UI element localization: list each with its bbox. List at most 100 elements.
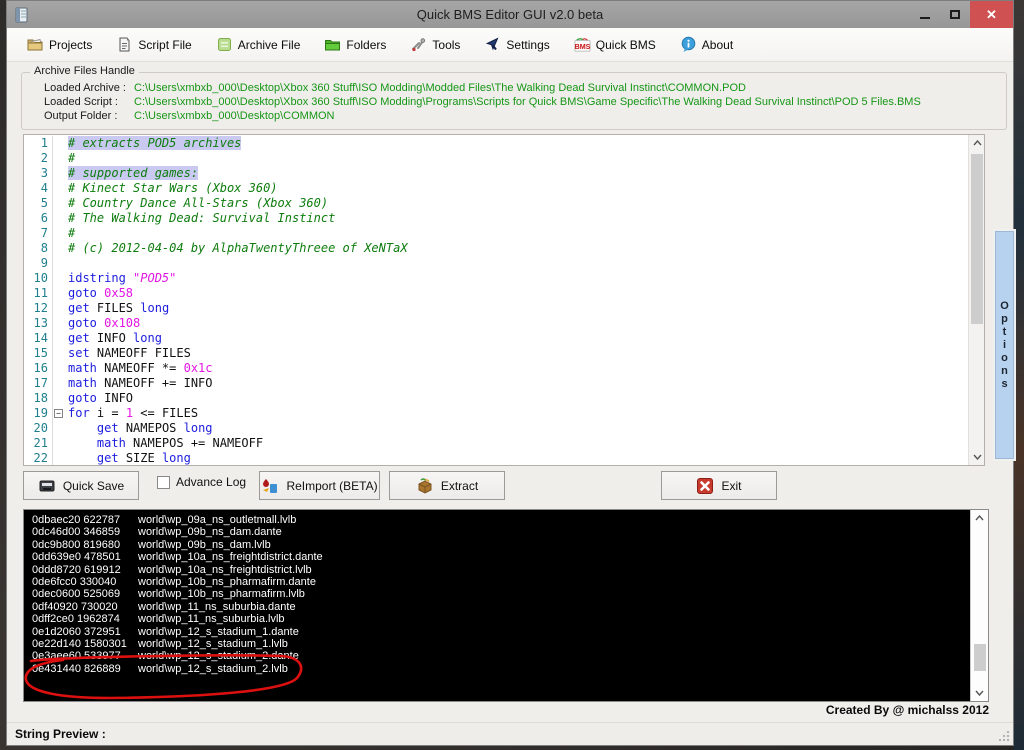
log-offset-size: 0dc46d00 346859: [32, 526, 121, 539]
reimport-button[interactable]: ReImport (BETA): [259, 471, 380, 500]
line-number: 15: [33, 346, 48, 360]
scroll-up-icon[interactable]: [969, 135, 984, 151]
title-bar[interactable]: Quick BMS Editor GUI v2.0 beta ✕: [7, 1, 1013, 28]
scroll-up-icon[interactable]: [971, 510, 987, 526]
log-offset-size: 0e22d140 1580301: [32, 638, 127, 651]
toolbar-item-quick-bms[interactable]: BMS Quick BMS: [566, 32, 664, 57]
code-text: # The Walking Dead: Survival Instinct: [68, 211, 336, 225]
editor-line[interactable]: 2 #: [24, 151, 968, 166]
extract-button[interactable]: Extract: [389, 471, 505, 500]
editor-line[interactable]: 3 # supported games:: [24, 166, 968, 181]
log-offset-size: 0df40920 730020: [32, 600, 118, 613]
toolbar-item-settings[interactable]: Settings: [476, 32, 557, 57]
close-button[interactable]: ✕: [970, 1, 1013, 28]
editor-line[interactable]: 14 get INFO long: [24, 331, 968, 346]
script-editor[interactable]: 1 # extracts POD5 archives 2 #3 # supported …: [23, 134, 985, 466]
fold-margin: [52, 211, 64, 226]
editor-line[interactable]: 7 #: [24, 226, 968, 241]
group-title: Archive Files Handle: [30, 65, 139, 77]
save-icon: [38, 477, 56, 495]
editor-line[interactable]: 10 idstring "POD5": [24, 271, 968, 286]
toolbar-item-script-file[interactable]: Script File: [108, 32, 199, 57]
editor-line[interactable]: 20 get NAMEPOS long: [24, 421, 968, 436]
path-list: Loaded Archive : C:\Users\xmbxb_000\Deskt…: [22, 73, 1006, 123]
code-text: idstring "POD5": [68, 271, 177, 285]
scroll-down-icon[interactable]: [971, 685, 987, 701]
resize-grip[interactable]: [997, 729, 1009, 741]
svg-text:BMS: BMS: [574, 43, 590, 51]
line-number: 4: [40, 181, 48, 195]
fold-margin: [52, 196, 64, 211]
line-number: 17: [33, 376, 48, 390]
editor-line[interactable]: 6 # The Walking Dead: Survival Instinct: [24, 211, 968, 226]
editor-line[interactable]: 19− for i = 1 <= FILES: [24, 406, 968, 421]
code-text: get FILES long: [68, 301, 170, 315]
script-file-icon: [116, 36, 133, 53]
fold-margin: [52, 226, 64, 241]
toolbar-item-tools[interactable]: Tools: [402, 32, 468, 57]
editor-scroll-thumb[interactable]: [971, 154, 983, 324]
editor-line[interactable]: 5 # Country Dance All-Stars (Xbox 360): [24, 196, 968, 211]
log-file-path: world\wp_09b_ns_dam.lvlb: [138, 538, 271, 551]
code-text: math NAMEOFF *= 0x1c: [68, 361, 213, 375]
options-letter: o: [1001, 351, 1008, 364]
exit-x-icon: [696, 477, 714, 495]
editor-line[interactable]: 12 get FILES long: [24, 301, 968, 316]
log-entry-circled: 0e431440 826889 world\wp_12_s_stadium_2.l…: [32, 663, 970, 675]
exit-button[interactable]: Exit: [661, 471, 777, 500]
log-scrollbar[interactable]: [970, 510, 988, 701]
line-number: 18: [33, 391, 48, 405]
toolbar-item-about[interactable]: About: [672, 32, 741, 57]
log-scroll-thumb[interactable]: [974, 644, 986, 671]
fold-margin: [52, 301, 64, 316]
path-value: C:\Users\xmbxb_000\Desktop\Xbox 360 Stuf…: [134, 96, 921, 108]
editor-line[interactable]: 11 goto 0x58: [24, 286, 968, 301]
line-number: 3: [40, 166, 48, 180]
editor-line[interactable]: 1 # extracts POD5 archives: [24, 136, 968, 151]
editor-lines[interactable]: 1 # extracts POD5 archives 2 #3 # supported …: [24, 136, 968, 465]
code-text: #: [68, 226, 76, 240]
line-number: 8: [40, 241, 48, 255]
about-icon: [680, 36, 697, 53]
options-letter: p: [1001, 312, 1008, 325]
toolbar-item-archive-file[interactable]: Archive File: [208, 32, 309, 57]
toolbar-item-projects[interactable]: Projects: [19, 32, 100, 57]
editor-line[interactable]: 18 goto INFO: [24, 391, 968, 406]
options-letter: t: [1002, 325, 1007, 338]
log-entry: 0de6fcc0 330040 world\wp_10b_ns_pharmafir…: [32, 576, 970, 588]
code-text: # extracts POD5 archives: [68, 136, 242, 150]
fold-collapse-icon[interactable]: −: [54, 409, 63, 418]
editor-scrollbar[interactable]: [968, 135, 984, 465]
editor-line[interactable]: 4 # Kinect Star Wars (Xbox 360): [24, 181, 968, 196]
log-file-path: world\wp_09b_ns_dam.dante: [138, 526, 282, 539]
toolbar-item-folders[interactable]: Folders: [316, 32, 394, 57]
options-letter: s: [1001, 377, 1008, 390]
app-window: Quick BMS Editor GUI v2.0 beta ✕ Project…: [6, 0, 1014, 746]
log-output-area[interactable]: 0dbaec20 622787 world\wp_09a_ns_outletmal…: [24, 510, 970, 701]
scroll-down-icon[interactable]: [969, 449, 984, 465]
minimize-button[interactable]: [910, 1, 940, 28]
options-panel-tab[interactable]: Options: [995, 231, 1014, 459]
editor-line[interactable]: 8 # (c) 2012-04-04 by AlphaTwentyThreee o…: [24, 241, 968, 256]
editor-line[interactable]: 16 math NAMEOFF *= 0x1c: [24, 361, 968, 376]
path-row: Loaded Script : C:\Users\xmbxb_000\Deskto…: [22, 95, 1006, 109]
log-file-path: world\wp_12_s_stadium_1.lvlb: [138, 638, 288, 651]
quick-save-button[interactable]: Quick Save: [23, 471, 139, 500]
advance-log-checkbox[interactable]: Advance Log: [157, 475, 246, 489]
fold-margin: [52, 421, 64, 436]
checkbox-icon[interactable]: [157, 475, 170, 489]
editor-line[interactable]: 21 math NAMEPOS += NAMEOFF: [24, 436, 968, 451]
editor-line[interactable]: 17 math NAMEOFF += INFO: [24, 376, 968, 391]
editor-line[interactable]: 22 get SIZE long: [24, 451, 968, 465]
code-text: # supported games:: [68, 166, 199, 180]
line-number: 9: [40, 256, 48, 270]
editor-line[interactable]: 13 goto 0x108: [24, 316, 968, 331]
editor-line[interactable]: 9: [24, 256, 968, 271]
log-file-path: world\wp_10b_ns_pharmafirm.lvlb: [138, 588, 305, 601]
options-letter: O: [1000, 299, 1009, 312]
maximize-button[interactable]: [940, 1, 970, 28]
path-row: Loaded Archive : C:\Users\xmbxb_000\Deskt…: [22, 81, 1006, 95]
extraction-log[interactable]: 0dbaec20 622787 world\wp_09a_ns_outletmal…: [23, 509, 989, 702]
code-text: get SIZE long: [96, 451, 191, 465]
editor-line[interactable]: 15 set NAMEOFF FILES: [24, 346, 968, 361]
